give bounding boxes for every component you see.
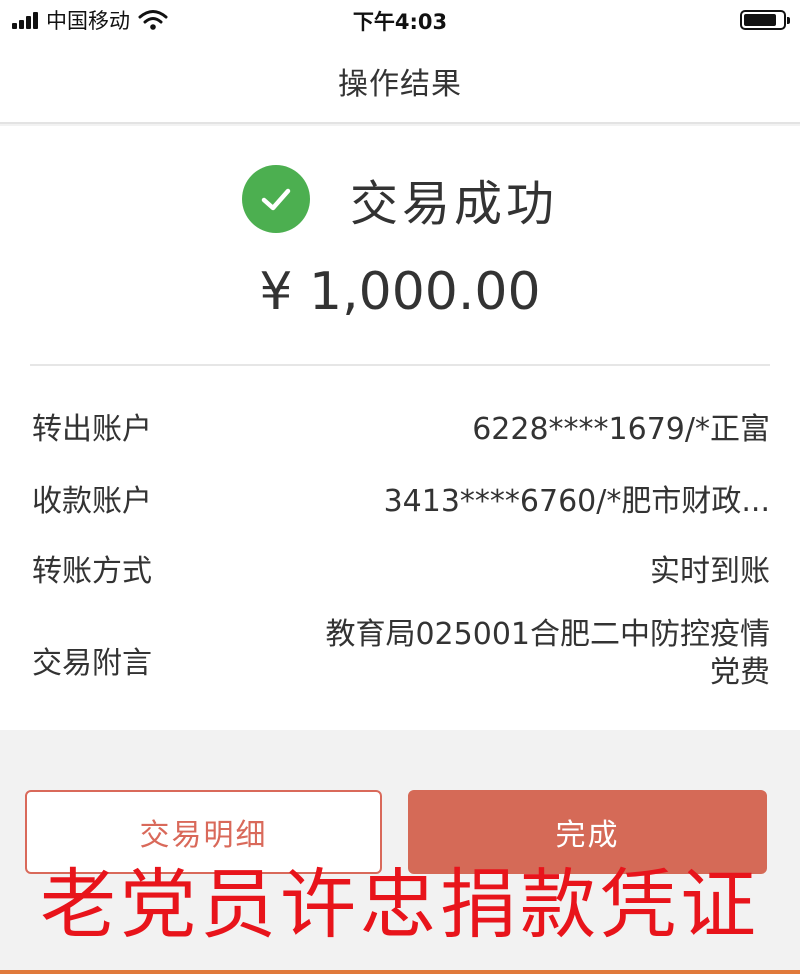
detail-label: 收款账户 [32,484,152,519]
battery-fill [744,14,776,26]
detail-value: 教育局025001合肥二中防控疫情 党费 [290,616,770,692]
divider [30,364,770,366]
nav-bar: 操作结果 [0,40,800,124]
status-time: 下午4:03 [352,10,448,34]
detail-value: 实时到账 [650,554,770,589]
battery-icon [740,10,790,30]
transaction-amount: ¥ 1,000.00 [259,262,541,322]
result-status-text: 交易成功 [349,176,558,232]
detail-label: 转账方式 [32,554,152,589]
detail-value: 3413****6760/*肥市财政... [383,484,770,519]
result-card: 交易成功 ¥ 1,000.00 转出账户 6228****1679/*正富 收款… [0,126,800,730]
memo-line-2: 党费 [710,655,770,690]
overlay-caption: 老党员许忠捐款凭证 [40,860,760,949]
bottom-strip [0,970,800,974]
check-circle-icon [241,165,310,233]
status-bar: 中国移动 下午4:03 [0,0,800,40]
detail-row-memo: 交易附言 教育局025001合肥二中防控疫情 党费 [32,616,770,696]
detail-value: 6228****1679/*正富 [472,412,770,447]
detail-label: 转出账户 [32,412,152,447]
result-status: 交易成功 [0,164,800,234]
memo-line-1: 教育局025001合肥二中防控疫情 [325,617,770,652]
detail-label: 交易附言 [32,646,152,681]
page-title: 操作结果 [338,67,462,102]
